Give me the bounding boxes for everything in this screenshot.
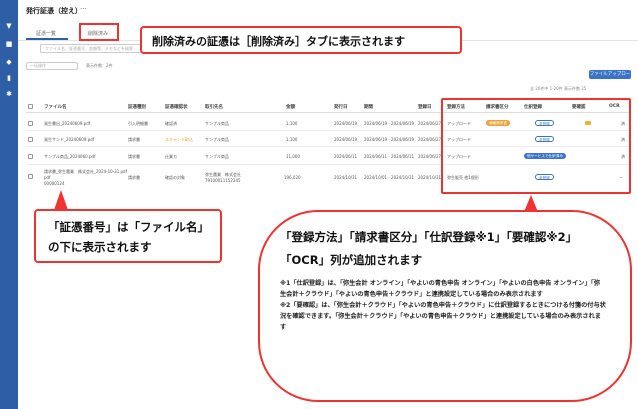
row-issued: 2024/06/19 xyxy=(334,137,358,142)
row-amount: 1,100 xyxy=(286,137,298,142)
row-voucher-number: 00000124 xyxy=(44,181,65,186)
row-file[interactable]: 発生書出_20240609.pdf xyxy=(44,121,90,127)
folder-icon[interactable]: ■ xyxy=(5,40,13,48)
row-file-ext: pdf xyxy=(44,175,51,180)
row-checkbox[interactable] xyxy=(28,174,33,179)
sidebar: ▼ ■ ◆ ▮ ✱ xyxy=(0,0,18,409)
col-type[interactable]: 証憑種別 xyxy=(128,104,146,110)
row-partner-reg: T9100011152345 xyxy=(205,178,241,183)
callout-deleted-tab: 削除済みの証憑は［削除済み］タブに表示されます xyxy=(140,26,462,54)
row-amount: 11,000 xyxy=(286,154,300,159)
row-registered: 2024/06/27 xyxy=(418,121,442,126)
row-type: 引入明細書 xyxy=(128,121,148,126)
row-registered: 2024/06/27 xyxy=(418,137,442,142)
callout-new-columns-heading: 「登録方法」「請求書区分」「仕訳登録※1」「要確認※2」「OCR」列が追加されま… xyxy=(280,230,578,267)
more-menu-icon[interactable]: ··· xyxy=(80,5,87,13)
gear-icon[interactable]: ✱ xyxy=(5,90,13,98)
col-issued[interactable]: 発行日 xyxy=(334,104,348,110)
col-status[interactable]: 証憑確認状 xyxy=(165,104,188,110)
callout-voucher-number: 「証憑番号」は「ファイル名」の下に表示されます xyxy=(34,209,222,263)
col-registered[interactable]: 登録日 xyxy=(418,104,432,110)
row-period: 2024/10/01 - 2024/10/31 xyxy=(364,175,415,180)
row-issued: 2024/06/19 xyxy=(334,121,358,126)
tab-voucher-list[interactable]: 証憑一覧 xyxy=(36,30,56,37)
row-type: 請求書 xyxy=(128,154,140,159)
col-file[interactable]: ファイル名 xyxy=(44,104,67,110)
col-partner[interactable]: 取引先名 xyxy=(205,104,223,110)
row-file[interactable]: 請求書_弥生農業 株式会社_2024-10-31.pdf xyxy=(44,169,127,175)
row-amount: 196,020 xyxy=(284,175,301,180)
upload-button[interactable]: ファイルアップロード xyxy=(589,70,631,86)
row-period: 2024/06/19 - 2024/06/19 xyxy=(364,137,415,142)
row-issued: 2024/06/11 xyxy=(334,154,358,159)
row-type: 請求書 xyxy=(128,137,140,142)
select-all-checkbox[interactable] xyxy=(28,104,33,109)
row-amount: 1,100 xyxy=(286,121,298,126)
funnel-icon[interactable]: ▼ xyxy=(5,22,13,30)
row-registered: 2024/10/31 xyxy=(418,175,442,180)
row-file[interactable]: 発生サンド_20240609.pdf xyxy=(44,137,94,143)
row-file[interactable]: サンプル商品_2024060.pdf xyxy=(44,154,95,160)
callout-new-columns: 「登録方法」「請求書区分」「仕訳登録※1」「要確認※2」「OCR」列が追加されま… xyxy=(258,210,632,402)
row-checkbox[interactable] xyxy=(28,137,33,142)
row-issued: 2024/10/31 xyxy=(334,175,358,180)
row-status: 確認の対象 xyxy=(165,175,185,180)
callout-note-1: ※1「仕訳登録」は、「弥生会計 オンライン」「やよいの青色申告 オンライン」「や… xyxy=(280,280,600,298)
page-title: 発行証憑（控え） xyxy=(26,7,82,15)
chart-icon[interactable]: ▮ xyxy=(5,74,13,82)
callout-left-pointer xyxy=(54,190,68,210)
row-period: 2024/06/11 - 2024/06/11 xyxy=(364,154,415,159)
result-count: 表示件数：2件 xyxy=(86,63,113,68)
row-partner: サンプル商品 xyxy=(205,137,229,142)
callout-note-2: ※2「要確認」は、「弥生会計＋クラウド」「やよいの青色申告＋クラウド」に仕訳登録… xyxy=(280,302,606,331)
row-period: 2024/06/19 - 2024/06/19 xyxy=(364,121,415,126)
row-type: 請求書 xyxy=(128,175,140,180)
pager[interactable]: 全 20件中 1-20件 表示件数 25 xyxy=(530,86,586,92)
bulk-action-select[interactable]: 一括操作 xyxy=(26,62,78,70)
highlight-deleted-tab xyxy=(79,23,119,41)
row-registered: 2024/06/27 xyxy=(418,154,442,159)
col-amount[interactable]: 金額 xyxy=(286,104,295,110)
row-partner: サンプル商品 xyxy=(205,154,229,159)
row-checkbox[interactable] xyxy=(28,154,33,159)
row-checkbox[interactable] xyxy=(28,121,33,126)
tag-icon[interactable]: ◆ xyxy=(5,58,13,66)
highlight-new-columns xyxy=(441,98,631,194)
row-status: 仕業カ xyxy=(165,154,177,159)
row-status: スキャンデ取込 xyxy=(165,137,193,142)
row-status: 確認済 xyxy=(165,121,177,126)
col-period[interactable]: 期間 xyxy=(364,104,373,110)
row-partner: サンプル商品 xyxy=(205,121,229,126)
